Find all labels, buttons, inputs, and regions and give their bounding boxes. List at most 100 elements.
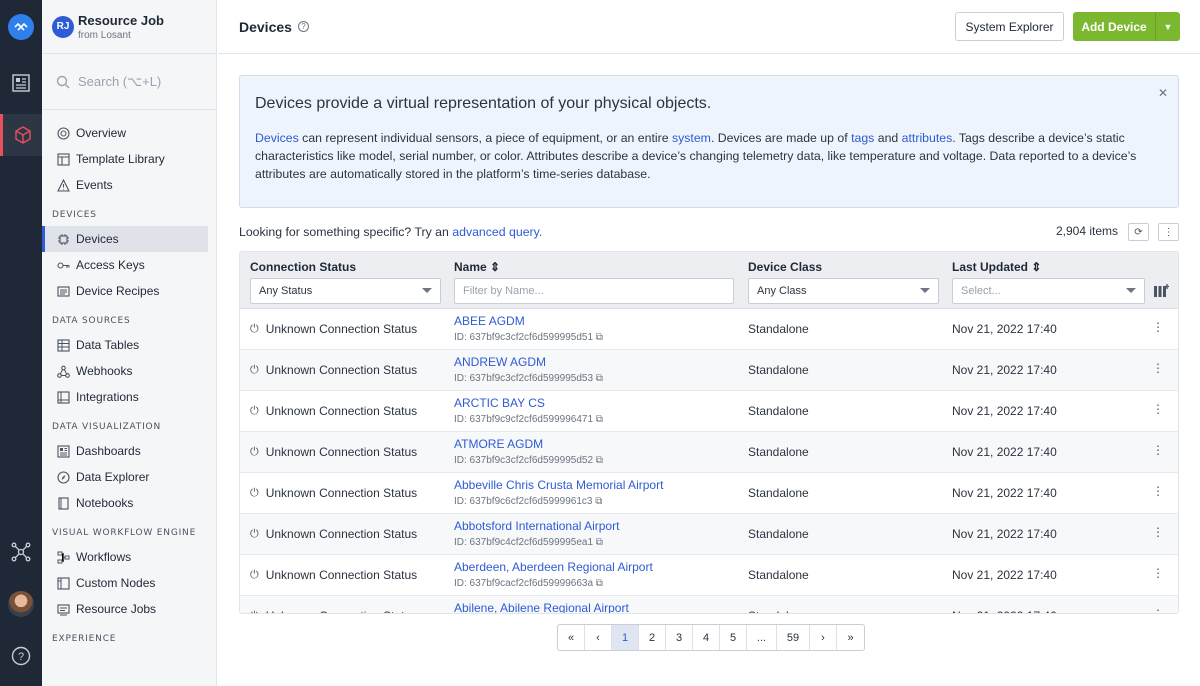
first-page-button[interactable]: « [558, 625, 585, 650]
column-header-updated[interactable]: Last Updated ⇕ [952, 260, 1041, 274]
device-id: ID: 637bf9c4cf2cf6d599995ea1 ⧉ [454, 537, 603, 548]
row-menu-icon[interactable]: ⋮ [1152, 361, 1164, 375]
page-button[interactable]: 59 [777, 625, 810, 650]
device-class: Standalone [748, 363, 809, 377]
application-switcher[interactable]: RJ Resource Job from Losant [42, 0, 216, 54]
sidebar-item-integrations[interactable]: Integrations [42, 384, 208, 410]
copy-icon[interactable]: ⧉ [596, 414, 603, 425]
resource-job-icon [56, 602, 70, 616]
network-rail-button[interactable] [0, 531, 42, 573]
row-menu-icon[interactable]: ⋮ [1152, 566, 1164, 580]
add-device-button[interactable]: Add Device ▼ [1073, 12, 1180, 41]
user-avatar-button[interactable] [0, 583, 42, 625]
sidebar-item-custom-nodes[interactable]: Custom Nodes [42, 570, 208, 596]
row-menu-icon[interactable]: ⋮ [1152, 402, 1164, 416]
device-class: Standalone [748, 609, 809, 613]
page-button[interactable]: 5 [720, 625, 747, 650]
sidebar-item-events[interactable]: Events [42, 172, 208, 198]
copy-icon[interactable]: ⧉ [595, 496, 602, 507]
close-icon[interactable]: ✕ [1158, 86, 1168, 100]
table-icon [56, 338, 70, 352]
tags-doc-link[interactable]: tags [851, 131, 874, 145]
column-header-status: Connection Status [250, 260, 357, 274]
copy-icon[interactable]: ⧉ [596, 455, 603, 466]
advanced-query-link[interactable]: advanced query. [452, 225, 542, 239]
last-page-button[interactable]: » [837, 625, 864, 650]
help-icon[interactable]: ? [297, 21, 309, 32]
column-settings-icon[interactable] [1154, 283, 1170, 300]
name-filter-input[interactable]: Filter by Name... [454, 278, 734, 304]
page-button[interactable]: 4 [693, 625, 720, 650]
connection-status: ⏻ Unknown Connection Status [250, 363, 417, 377]
page-button[interactable]: 1 [612, 625, 639, 650]
page-button[interactable]: ... [747, 625, 777, 650]
system-explorer-button[interactable]: System Explorer [955, 12, 1064, 41]
sidebar-item-data-tables[interactable]: Data Tables [42, 332, 208, 358]
page-button[interactable]: 2 [639, 625, 666, 650]
updated-filter-select[interactable]: Select... [952, 278, 1145, 304]
row-menu-icon[interactable]: ⋮ [1152, 525, 1164, 539]
help-rail-button[interactable]: ? [0, 635, 42, 677]
losant-logo-button[interactable] [0, 6, 42, 48]
next-page-button[interactable]: › [810, 625, 837, 650]
applications-rail-button[interactable] [0, 114, 42, 156]
row-menu-icon[interactable]: ⋮ [1152, 320, 1164, 334]
sidebar-item-dashboards[interactable]: Dashboards [42, 438, 208, 464]
copy-icon[interactable]: ⧉ [596, 537, 603, 548]
copy-icon[interactable]: ⧉ [596, 373, 603, 384]
device-name-link[interactable]: Abbeville Chris Crusta Memorial Airport [454, 478, 663, 492]
sidebar-item-notebooks[interactable]: Notebooks [42, 490, 208, 516]
refresh-button[interactable]: ⟳ [1128, 223, 1149, 241]
table-options-button[interactable]: ⋮ [1158, 223, 1179, 241]
table-row[interactable]: ⏻ Unknown Connection Status Aberdeen, Aber… [240, 555, 1178, 596]
sidebar-item-device-recipes[interactable]: Device Recipes [42, 278, 208, 304]
device-name-link[interactable]: Abbotsford International Airport [454, 519, 619, 533]
sidebar-search[interactable]: Search (⌥+L) [42, 54, 216, 110]
device-name-link[interactable]: Aberdeen, Aberdeen Regional Airport [454, 560, 653, 574]
plug-icon: ⏻ [250, 445, 259, 458]
table-row[interactable]: ⏻ Unknown Connection Status Abbeville Chri… [240, 473, 1178, 514]
column-header-name[interactable]: Name ⇕ [454, 260, 500, 274]
sidebar-item-resource-jobs[interactable]: Resource Jobs [42, 596, 208, 622]
table-row[interactable]: ⏻ Unknown Connection Status ARCTIC BAY CS I… [240, 391, 1178, 432]
sidebar-item-overview[interactable]: Overview [42, 120, 208, 146]
row-menu-icon[interactable]: ⋮ [1152, 607, 1164, 613]
devices-table: Connection Status Name ⇕ Device Class La… [239, 251, 1179, 614]
attributes-doc-link[interactable]: attributes [902, 131, 953, 145]
device-name-link[interactable]: ARCTIC BAY CS [454, 396, 545, 410]
row-menu-icon[interactable]: ⋮ [1152, 443, 1164, 457]
device-class: Standalone [748, 568, 809, 582]
device-name-link[interactable]: Abilene, Abilene Regional Airport [454, 601, 629, 613]
table-row[interactable]: ⏻ Unknown Connection Status ATMORE AGDM ID:… [240, 432, 1178, 473]
pagination: «‹ 1 2 3 4 5... 59 ›» [557, 624, 865, 651]
sidebar-item-workflows[interactable]: Workflows [42, 544, 208, 570]
copy-icon[interactable]: ⧉ [596, 332, 603, 343]
device-name-link[interactable]: ABEE AGDM [454, 314, 525, 328]
table-row[interactable]: ⏻ Unknown Connection Status ABEE AGDM ID: 6… [240, 309, 1178, 350]
table-row[interactable]: ⏻ Unknown Connection Status Abilene, Abile… [240, 596, 1178, 613]
section-heading-visual-workflow-engine: VISUAL WORKFLOW ENGINE [52, 528, 197, 538]
table-row[interactable]: ⏻ Unknown Connection Status ANDREW AGDM ID:… [240, 350, 1178, 391]
chevron-down-icon[interactable]: ▼ [1155, 12, 1180, 41]
status-filter-select[interactable]: Any Status [250, 278, 441, 304]
device-name-link[interactable]: ANDREW AGDM [454, 355, 546, 369]
dashboards-rail-button[interactable] [0, 62, 42, 104]
previous-page-button[interactable]: ‹ [585, 625, 612, 650]
row-menu-icon[interactable]: ⋮ [1152, 484, 1164, 498]
copy-icon[interactable]: ⧉ [596, 578, 603, 589]
avatar [8, 591, 34, 617]
device-id: ID: 637bf9c3cf2cf6d599995d51 ⧉ [454, 332, 603, 343]
system-doc-link[interactable]: system [672, 131, 711, 145]
class-filter-select[interactable]: Any Class [748, 278, 939, 304]
sidebar-item-devices[interactable]: Devices [42, 226, 208, 252]
name-filter-placeholder: Filter by Name... [463, 285, 544, 297]
sidebar-item-webhooks[interactable]: Webhooks [42, 358, 208, 384]
sidebar-item-label: Workflows [76, 550, 132, 564]
page-button[interactable]: 3 [666, 625, 693, 650]
sidebar-item-access-keys[interactable]: Access Keys [42, 252, 208, 278]
sidebar-item-template-library[interactable]: Template Library [42, 146, 208, 172]
sidebar-item-data-explorer[interactable]: Data Explorer [42, 464, 208, 490]
table-row[interactable]: ⏻ Unknown Connection Status Abbotsford Int… [240, 514, 1178, 555]
devices-doc-link[interactable]: Devices [255, 131, 299, 145]
device-name-link[interactable]: ATMORE AGDM [454, 437, 543, 451]
